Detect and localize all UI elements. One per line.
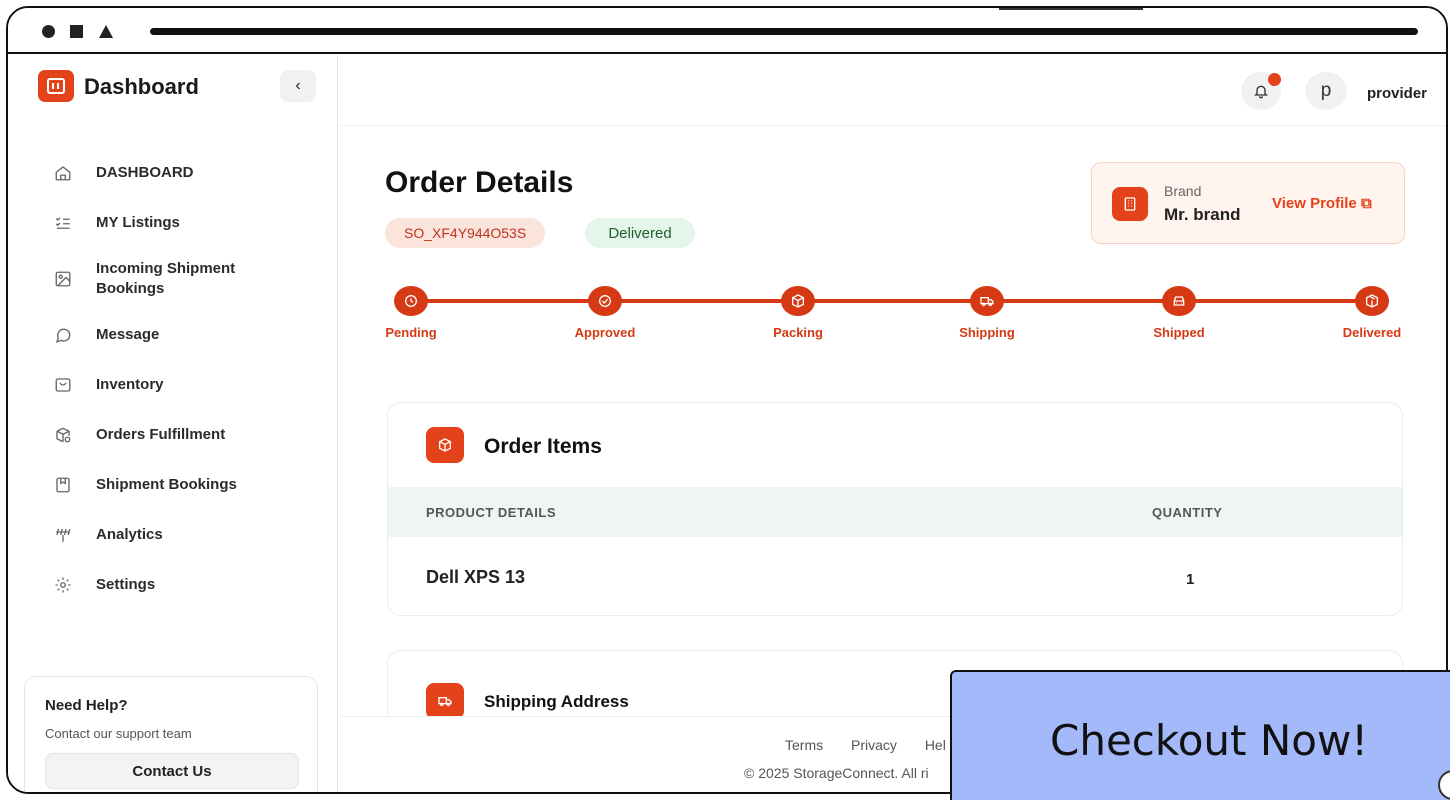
shipping-address-title: Shipping Address xyxy=(484,692,629,711)
top-header: p provider xyxy=(339,56,1446,126)
app-title: Dashboard xyxy=(84,74,199,99)
window-triangle-control[interactable] xyxy=(99,25,113,38)
brand-name: Mr. brand xyxy=(1164,205,1241,224)
footer-link-terms[interactable]: Terms xyxy=(785,737,823,753)
book-icon xyxy=(52,474,74,496)
help-title: Need Help? xyxy=(45,697,128,714)
sidebar-item-my-listings[interactable]: MY Listings xyxy=(8,198,337,248)
list-check-icon xyxy=(52,212,74,234)
col-quantity: QUANTITY xyxy=(1152,505,1223,520)
step-shipped: Shipped xyxy=(1134,286,1224,340)
main-content: Order Details SO_XF4Y944O53S Delivered B… xyxy=(339,126,1446,716)
step-label: Pending xyxy=(385,325,437,340)
step-pending: Pending xyxy=(366,286,456,340)
logo-icon xyxy=(38,70,74,102)
gear-icon xyxy=(52,574,74,596)
view-profile-link[interactable]: View Profile ⧉ xyxy=(1272,195,1372,212)
collapse-sidebar-button[interactable]: ‹ xyxy=(280,70,316,102)
step-label: Shipped xyxy=(1153,325,1205,340)
order-progress-stepper: Pending Approved Packing Shipping Shippe… xyxy=(339,274,1446,354)
stepper-line xyxy=(411,299,1371,303)
step-label: Shipping xyxy=(959,325,1015,340)
package-icon xyxy=(1366,294,1378,308)
copyright: © 2025 StorageConnect. All ri xyxy=(744,765,929,781)
brand-label: Brand xyxy=(1164,183,1202,199)
car-icon xyxy=(1173,296,1185,306)
footer-link-help[interactable]: Hel xyxy=(925,737,946,753)
product-quantity: 1 xyxy=(1186,571,1195,588)
sidebar-item-inventory[interactable]: Inventory xyxy=(8,360,337,410)
chevron-left-icon: ‹ xyxy=(295,77,301,94)
package-search-icon xyxy=(52,424,74,446)
sidebar-item-dashboard[interactable]: DASHBOARD xyxy=(8,148,337,198)
sidebar-item-analytics[interactable]: Analytics xyxy=(8,510,337,560)
sidebar-item-label: Settings xyxy=(96,576,156,593)
sidebar-item-label: DASHBOARD xyxy=(96,164,194,181)
brand-card: Brand Mr. brand View Profile ⧉ xyxy=(1091,162,1405,244)
checkout-now-label: Checkout Now! xyxy=(1050,716,1369,765)
sidebar-item-incoming-shipment-bookings[interactable]: Incoming Shipment Bookings xyxy=(8,248,337,310)
checkout-now-button[interactable]: Checkout Now! xyxy=(950,670,1450,800)
order-items-card: Order Items PRODUCT DETAILS QUANTITY Del… xyxy=(387,402,1403,616)
step-label: Delivered xyxy=(1342,325,1402,340)
sidebar-item-label: MY Listings xyxy=(96,214,180,231)
sidebar-item-orders-fulfillment[interactable]: Orders Fulfillment xyxy=(8,410,337,460)
order-id-badge: SO_XF4Y944O53S xyxy=(385,218,546,248)
truck-icon xyxy=(426,683,464,716)
step-shipping: Shipping xyxy=(942,286,1032,340)
box-icon xyxy=(792,294,804,308)
inbox-icon xyxy=(52,374,74,396)
sidebar-item-label: Analytics xyxy=(96,526,163,543)
sidebar-item-message[interactable]: Message xyxy=(8,310,337,360)
window-square-control[interactable] xyxy=(70,25,83,38)
username[interactable]: provider xyxy=(1367,85,1427,102)
window-circle-control[interactable] xyxy=(42,25,55,38)
footer-link-privacy[interactable]: Privacy xyxy=(851,737,897,753)
bell-icon xyxy=(1254,85,1268,99)
help-box: Need Help? Contact our support team Cont… xyxy=(24,676,318,792)
order-items-title: Order Items xyxy=(484,435,602,458)
browser-tab[interactable] xyxy=(999,8,1143,10)
status-badge: Delivered xyxy=(585,218,695,248)
box-icon xyxy=(426,427,464,463)
analytics-icon xyxy=(52,524,74,546)
avatar[interactable]: p xyxy=(1305,72,1347,110)
building-icon xyxy=(1112,187,1148,221)
external-link-icon: ⧉ xyxy=(1360,195,1372,212)
notifications-button[interactable] xyxy=(1241,72,1281,110)
notification-dot xyxy=(1268,73,1281,86)
page-title: Order Details xyxy=(385,166,574,199)
truck-icon xyxy=(980,297,994,307)
sidebar-item-label: Incoming Shipment Bookings xyxy=(96,260,236,297)
sidebar-item-label: Inventory xyxy=(96,376,164,393)
browser-topbar xyxy=(8,8,1446,54)
table-header: PRODUCT DETAILS QUANTITY xyxy=(388,487,1402,537)
view-profile-label: View Profile xyxy=(1272,195,1357,212)
help-subtitle: Contact our support team xyxy=(45,726,192,741)
sidebar-item-shipment-bookings[interactable]: Shipment Bookings xyxy=(8,460,337,510)
step-delivered: Delivered xyxy=(1327,286,1417,340)
home-icon xyxy=(52,162,74,184)
contact-us-button[interactable]: Contact Us xyxy=(45,753,299,789)
sidebar: Dashboard ‹ DASHBOARD MY Listings Incomi… xyxy=(8,56,338,792)
check-circle-icon xyxy=(599,295,611,307)
message-icon xyxy=(52,324,74,346)
image-icon xyxy=(52,268,74,290)
sidebar-item-settings[interactable]: Settings xyxy=(8,560,337,610)
sidebar-item-label: Message xyxy=(96,326,160,343)
sidebar-item-label: Orders Fulfillment xyxy=(96,426,226,443)
step-label: Approved xyxy=(574,325,636,340)
clock-icon xyxy=(405,295,417,307)
address-bar[interactable] xyxy=(150,28,1418,35)
step-approved: Approved xyxy=(560,286,650,340)
step-label: Packing xyxy=(773,325,823,340)
step-packing: Packing xyxy=(753,286,843,340)
col-product-details: PRODUCT DETAILS xyxy=(426,505,557,520)
sidebar-nav: DASHBOARD MY Listings Incoming Shipment … xyxy=(8,148,337,610)
sidebar-item-label: Shipment Bookings xyxy=(96,476,237,493)
footer-links: Terms Privacy Hel xyxy=(785,737,970,753)
product-name: Dell XPS 13 xyxy=(426,567,526,587)
